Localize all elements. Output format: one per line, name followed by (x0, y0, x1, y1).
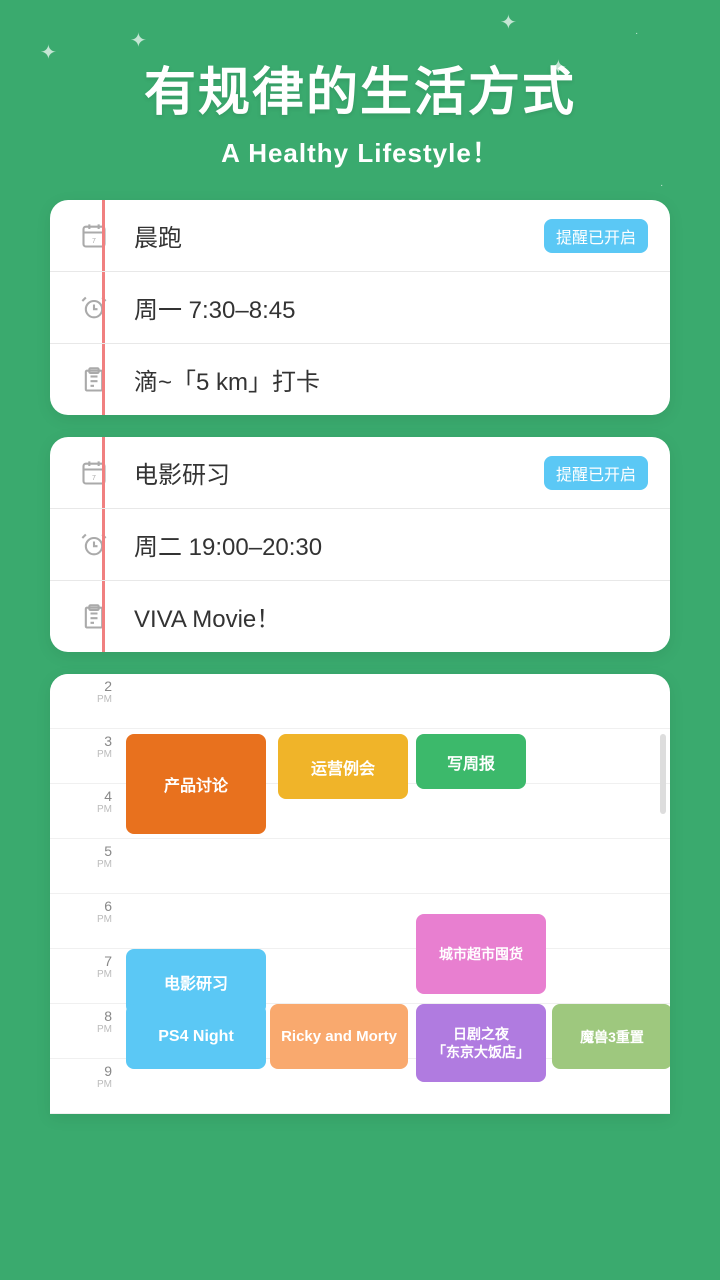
title-english: A Healthy Lifestyle！ (40, 133, 680, 170)
event-ricky-morty[interactable]: Ricky and Morty (270, 1004, 408, 1069)
gridline-1 (122, 674, 670, 729)
time-7pm: 7PM (50, 949, 122, 1004)
scrollbar[interactable] (660, 734, 666, 814)
card2-time: 周二 19:00–20:30 (116, 527, 648, 562)
event-grocery[interactable]: 城市超市囤货 (416, 914, 546, 994)
alarm-icon-2 (72, 531, 116, 559)
time-9pm: 9PM (50, 1059, 122, 1114)
event-operations-meeting[interactable]: 运营例会 (278, 734, 408, 799)
card1-time: 周一 7:30–8:45 (116, 290, 648, 325)
event-japanese-drama[interactable]: 日剧之夜「东京大饭店」 (416, 1004, 546, 1082)
calendar-section: 2PM 3PM 4PM 5PM 6PM 7PM 8PM 9PM 10PM 11P… (50, 674, 670, 1114)
card1-note: 滴~「5 km」打卡 (116, 362, 648, 397)
card-row-title-1: 7 晨跑 提醒已开启 (50, 200, 670, 272)
time-column: 2PM 3PM 4PM 5PM 6PM 7PM 8PM 9PM 10PM 11P… (50, 674, 122, 1114)
svg-text:7: 7 (92, 475, 96, 482)
card-row-time-2: 周二 19:00–20:30 (50, 509, 670, 581)
time-2pm: 2PM (50, 674, 122, 729)
card-morning-run: 7 晨跑 提醒已开启 周一 7:30–8:45 (50, 200, 670, 415)
card-row-title-2: 7 电影研习 提醒已开启 (50, 437, 670, 509)
card1-badge: 提醒已开启 (544, 219, 648, 253)
red-bar-1 (102, 200, 105, 271)
card1-title: 晨跑 (116, 218, 544, 253)
time-6pm: 6PM (50, 894, 122, 949)
time-8pm: 8PM (50, 1004, 122, 1059)
event-ps4-night[interactable]: PS4 Night (126, 1004, 266, 1069)
event-warcraft[interactable]: 魔兽3重置 (552, 1004, 670, 1069)
card-movie-study: 7 电影研习 提醒已开启 周二 19:00–20:30 (50, 437, 670, 652)
event-weekly-report[interactable]: 写周报 (416, 734, 526, 789)
card2-title: 电影研习 (116, 455, 544, 490)
card2-badge: 提醒已开启 (544, 456, 648, 490)
alarm-icon-1 (72, 294, 116, 322)
events-area: 产品讨论 运营例会 写周报 电影研习 城市超市囤货 Ricky and Mort… (122, 674, 670, 1114)
gridline-5 (122, 894, 670, 949)
clipboard-icon-1 (72, 366, 116, 394)
event-product-discussion[interactable]: 产品讨论 (126, 734, 266, 834)
red-bar-1c (102, 344, 105, 415)
card-row-time-1: 周一 7:30–8:45 (50, 272, 670, 344)
card-row-note-2: VIVA Movie！ (50, 581, 670, 652)
svg-text:7: 7 (92, 238, 96, 245)
red-bar-2b (102, 509, 105, 580)
clipboard-icon-2 (72, 603, 116, 631)
red-bar-2 (102, 437, 105, 508)
time-3pm: 3PM (50, 729, 122, 784)
card-row-note-1: 滴~「5 km」打卡 (50, 344, 670, 415)
gridline-4 (122, 839, 670, 894)
header: 有规律的生活方式 A Healthy Lifestyle！ (0, 0, 720, 200)
time-5pm: 5PM (50, 839, 122, 894)
calendar-icon-2: 7 (72, 459, 116, 487)
calendar-icon-1: 7 (72, 222, 116, 250)
title-chinese: 有规律的生活方式 (40, 50, 680, 125)
red-bar-2c (102, 581, 105, 652)
card2-note: VIVA Movie！ (116, 599, 648, 634)
red-bar-1b (102, 272, 105, 343)
time-4pm: 4PM (50, 784, 122, 839)
